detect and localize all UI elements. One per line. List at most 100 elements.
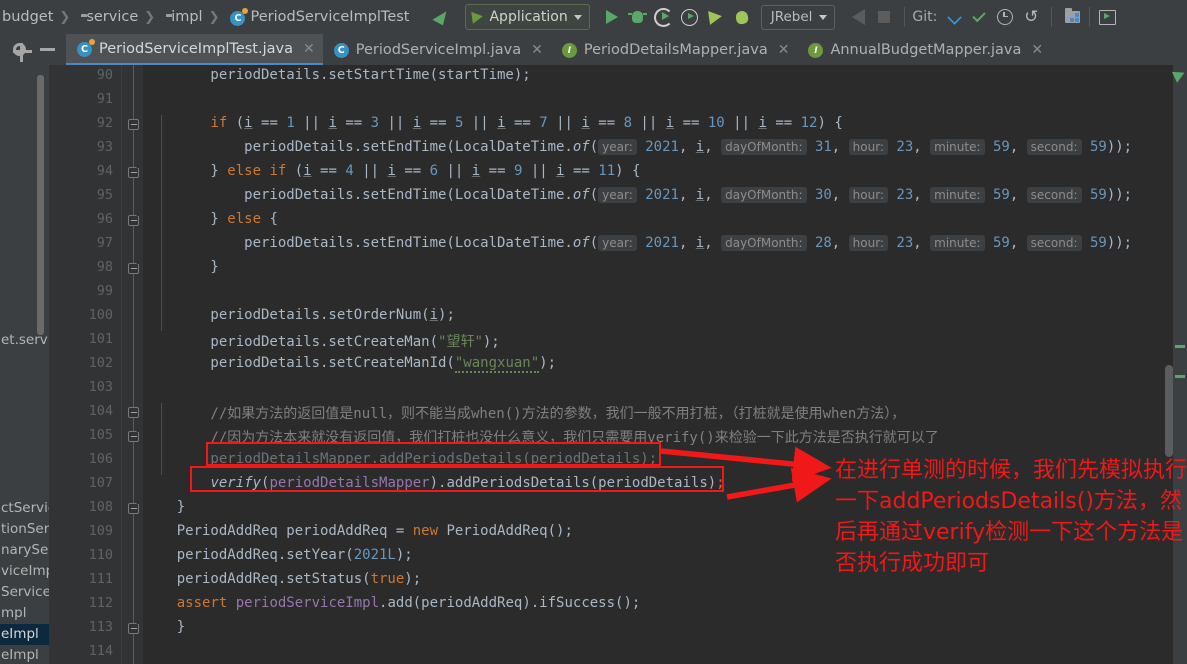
jrebel-menu-button[interactable]: JRebel xyxy=(760,4,836,30)
profile-button[interactable] xyxy=(677,4,703,30)
project-tree-item[interactable]: viceImp xyxy=(0,561,49,582)
line-number: 90 xyxy=(96,67,113,83)
code-line[interactable]: } else { xyxy=(143,211,277,227)
project-tree-item[interactable]: ctServic xyxy=(0,498,49,519)
code-line[interactable]: PeriodAddReq periodAddReq = new PeriodAd… xyxy=(143,523,573,539)
code-folding-gutter[interactable] xyxy=(121,65,146,664)
project-tree-item[interactable]: ServiceI xyxy=(0,582,49,603)
fold-end-icon[interactable] xyxy=(128,427,146,442)
breadcrumb-impl[interactable]: impl ❯ xyxy=(162,0,226,34)
run-configuration-selector[interactable]: Application xyxy=(465,4,590,30)
code-line[interactable]: assert periodServiceImpl.add(periodAddRe… xyxy=(143,595,641,611)
project-structure-button[interactable] xyxy=(1059,4,1085,30)
build-project-button[interactable] xyxy=(429,4,455,30)
code-token: } xyxy=(143,499,186,515)
fold-end-icon[interactable] xyxy=(128,619,146,634)
tab-annual-budget-mapper[interactable]: I AnnualBudgetMapper.java ✕ xyxy=(797,34,1051,65)
code-token: 59 xyxy=(1089,139,1107,155)
project-tree-item[interactable]: mpl xyxy=(0,603,49,624)
editor-tab-bar: C PeriodServiceImplTest.java ✕ C PeriodS… xyxy=(0,34,1187,66)
attach-profiler-button[interactable] xyxy=(845,4,871,30)
tab-period-details-mapper[interactable]: I PeriodDetailsMapper.java ✕ xyxy=(551,34,798,65)
fold-end-icon[interactable] xyxy=(128,259,146,274)
code-token: i xyxy=(244,115,253,131)
code-token: , xyxy=(1009,187,1027,203)
jrebel-debug-button[interactable] xyxy=(729,4,755,30)
error-stripe-mark[interactable] xyxy=(1175,375,1185,378)
jrebel-run-button[interactable] xyxy=(703,4,729,30)
debug-button[interactable] xyxy=(625,4,651,30)
code-token: 8 xyxy=(623,115,632,131)
stop-button xyxy=(871,4,897,30)
project-tree-item[interactable]: eImpl xyxy=(0,645,49,664)
git-commit-button[interactable] xyxy=(966,4,992,30)
close-icon[interactable]: ✕ xyxy=(778,42,790,58)
fold-end-icon[interactable] xyxy=(128,499,146,514)
code-token: periodDetails.setCreateMan( xyxy=(143,334,439,350)
project-tool-window[interactable]: et.servictServictionSernaryServiceImpSer… xyxy=(0,65,49,664)
git-update-button[interactable] xyxy=(940,4,966,30)
code-token: periodDetails.setEndTime(LocalDateTime. xyxy=(143,187,573,203)
code-token: == xyxy=(311,163,346,179)
code-line[interactable]: } xyxy=(143,259,218,275)
code-line[interactable]: } else if (i == 4 || i == 6 || i == 9 ||… xyxy=(143,163,640,179)
run-button[interactable] xyxy=(599,4,625,30)
code-line[interactable]: periodDetails.setCreateManId("wangxuan")… xyxy=(143,355,556,373)
code-token: "wangxuan" xyxy=(454,355,540,373)
parameter-hint: second: xyxy=(1026,187,1082,203)
breadcrumb-budget[interactable]: budget ❯ xyxy=(0,0,77,34)
close-icon[interactable]: ✕ xyxy=(1031,42,1043,58)
project-panel-scrollbar[interactable] xyxy=(37,75,44,335)
project-tree-item[interactable]: narySer xyxy=(0,540,49,561)
tab-settings-button[interactable] xyxy=(6,37,32,63)
breadcrumb-class[interactable]: C PeriodServiceImplTest xyxy=(226,0,411,34)
hide-panel-button[interactable] xyxy=(34,37,60,63)
editor-vertical-scrollbar[interactable] xyxy=(1165,365,1173,457)
code-line[interactable]: periodDetails.setStartTime(startTime); xyxy=(143,67,530,83)
git-history-button[interactable] xyxy=(992,4,1018,30)
project-tree-item[interactable]: eImpl xyxy=(0,624,49,645)
run-window-button[interactable] xyxy=(1094,4,1120,30)
code-line[interactable]: periodDetails.setCreateMan("望轩"); xyxy=(143,331,499,351)
code-line[interactable]: periodAddReq.setYear(2021L); xyxy=(143,547,413,563)
code-line[interactable]: periodDetails.setEndTime(LocalDateTime.o… xyxy=(143,235,1132,251)
close-icon[interactable]: ✕ xyxy=(303,41,315,57)
code-token: ( xyxy=(227,115,245,131)
highlight-box-line-106 xyxy=(206,442,661,466)
code-line[interactable]: } xyxy=(143,619,185,635)
code-line[interactable]: periodDetails.setEndTime(LocalDateTime.o… xyxy=(143,187,1132,203)
fold-collapse-icon[interactable] xyxy=(128,119,139,130)
code-line[interactable]: } xyxy=(143,499,185,515)
close-icon[interactable]: ✕ xyxy=(531,42,543,58)
breadcrumb-service[interactable]: service ❯ xyxy=(77,0,162,34)
tab-period-service-impl[interactable]: C PeriodServiceImpl.java ✕ xyxy=(323,34,551,65)
code-line[interactable]: periodDetails.setOrderNum(i); xyxy=(143,307,454,323)
fold-collapse-icon[interactable] xyxy=(128,407,139,418)
code-token: || xyxy=(547,115,582,131)
run-with-coverage-button[interactable] xyxy=(651,4,677,30)
project-tree-item[interactable]: tionSer xyxy=(0,519,49,540)
code-line[interactable]: //如果方法的返回值是null，则不能当成when()方法的参数，我们一般不用打… xyxy=(143,403,905,423)
code-token: 28 xyxy=(814,235,832,251)
code-line[interactable]: periodAddReq.setStatus(true); xyxy=(143,571,421,587)
code-line[interactable]: if (i == 1 || i == 3 || i == 5 || i == 7… xyxy=(143,115,842,131)
parameter-hint: minute: xyxy=(930,235,985,251)
code-token: } xyxy=(143,211,228,227)
code-token: , xyxy=(913,139,931,155)
line-number-gutter[interactable]: 90 91 92 93 94 95 96 97 98 99 100 101 102 103 104 105 10… xyxy=(49,65,121,664)
toolbar-divider xyxy=(1089,7,1091,27)
code-line[interactable]: periodDetails.setEndTime(LocalDateTime.o… xyxy=(143,139,1132,155)
code-token: || xyxy=(438,163,472,179)
code-token: == xyxy=(564,163,599,179)
fold-end-icon[interactable] xyxy=(128,163,146,178)
git-rollback-button[interactable]: ↺ xyxy=(1018,4,1044,30)
code-token: 3 xyxy=(370,115,380,131)
inspection-status-icon[interactable] xyxy=(1171,67,1187,83)
tab-label: PeriodDetailsMapper.java xyxy=(583,41,768,58)
tab-period-service-impl-test[interactable]: C PeriodServiceImplTest.java ✕ xyxy=(66,34,323,65)
fold-end-icon[interactable] xyxy=(128,211,146,226)
error-stripe-mark[interactable] xyxy=(1175,345,1185,348)
line-number: 108 xyxy=(88,499,113,515)
